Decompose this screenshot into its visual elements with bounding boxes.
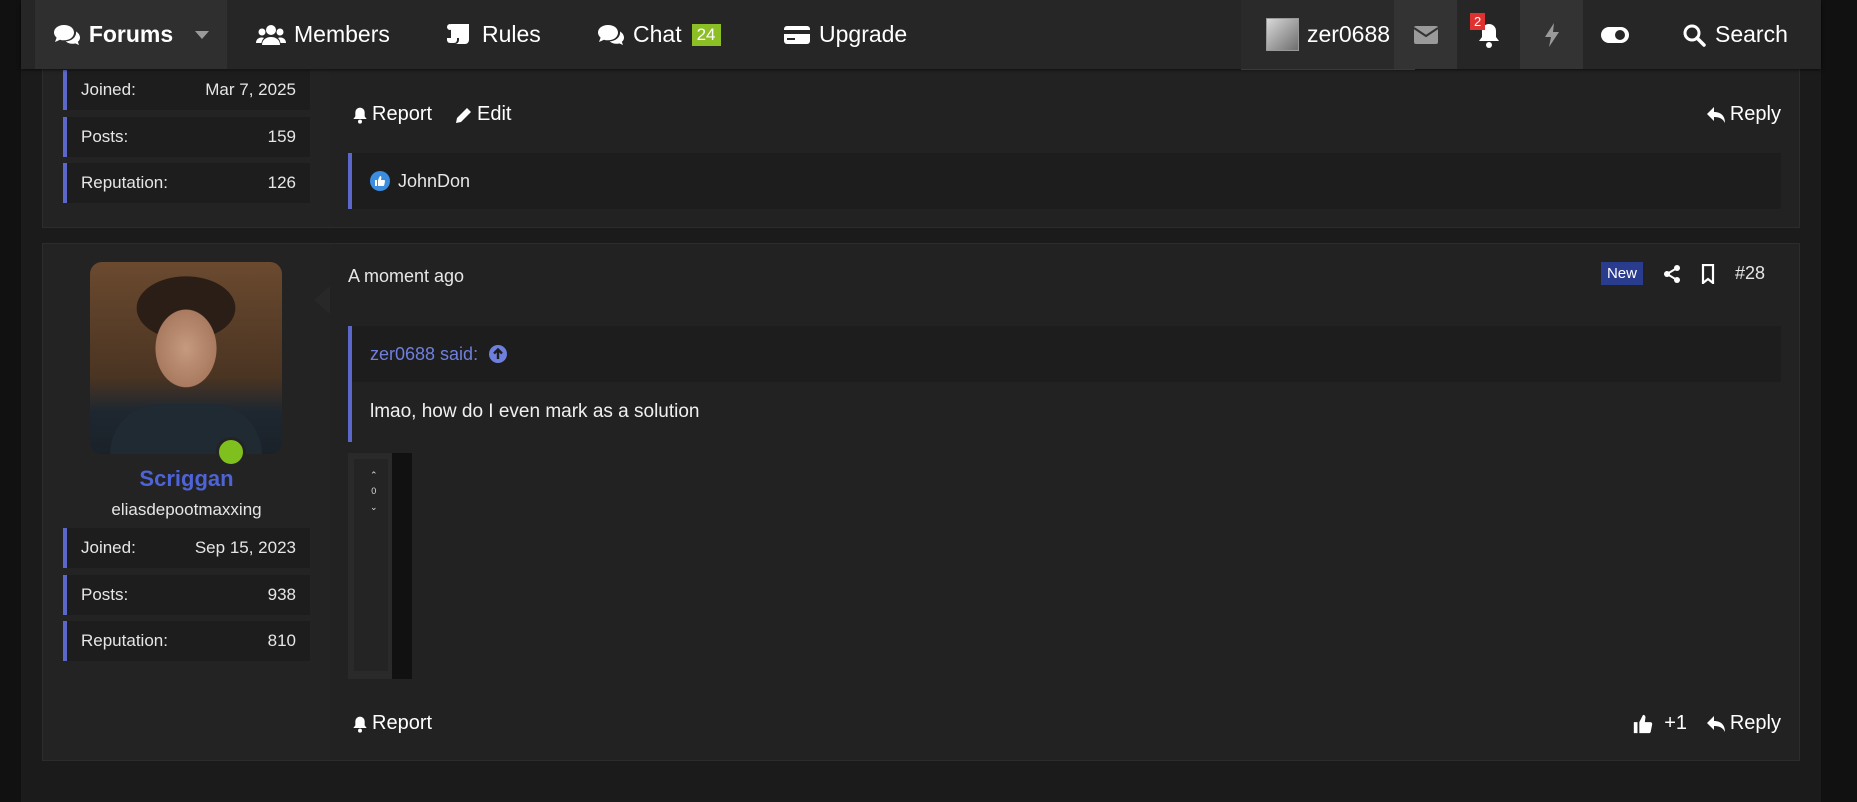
embedded-media[interactable]: ⌃ 0 ⌄ bbox=[348, 453, 412, 679]
online-status-indicator bbox=[216, 437, 246, 467]
quote-author[interactable]: zer0688 said: bbox=[370, 344, 478, 365]
post-arrow-notch bbox=[314, 286, 330, 314]
reactions-bar: JohnDon bbox=[348, 153, 1781, 209]
stat-value: 126 bbox=[267, 173, 296, 192]
nav-search-label: Search bbox=[1715, 21, 1788, 47]
quote-block: zer0688 said: lmao, how do I even mark a… bbox=[348, 326, 1781, 442]
chevron-down-icon[interactable]: ⌄ bbox=[370, 499, 378, 515]
users-icon bbox=[256, 24, 286, 45]
nav-chat-label: Chat bbox=[633, 21, 682, 47]
nav-upgrade-label: Upgrade bbox=[819, 21, 908, 47]
chat-count-badge: 24 bbox=[691, 23, 721, 46]
stat-label: Reputation: bbox=[81, 631, 168, 650]
pencil-icon bbox=[456, 107, 471, 123]
stat-label: Joined: bbox=[81, 538, 136, 557]
embed-scrollbar[interactable] bbox=[392, 453, 412, 679]
reply-button[interactable]: Reply bbox=[1706, 712, 1781, 735]
report-label: Report bbox=[372, 103, 433, 125]
quote-header[interactable]: zer0688 said: bbox=[352, 326, 1781, 382]
embed-vote-count: 0 bbox=[371, 486, 377, 496]
stat-posts: Posts: 938 bbox=[63, 575, 310, 615]
reaction-user-link[interactable]: JohnDon bbox=[398, 171, 470, 192]
top-navbar: Forums Members Rules Chat 24 Upgrade zer… bbox=[21, 0, 1821, 70]
stat-label: Joined: bbox=[81, 80, 136, 99]
stat-value: Mar 7, 2025 bbox=[205, 80, 296, 99]
embed-panel: ⌃ 0 ⌄ bbox=[354, 459, 388, 671]
scroll-icon bbox=[447, 23, 469, 44]
embed-vote-widget[interactable]: ⌃ 0 ⌄ bbox=[370, 467, 378, 515]
arrow-up-circle-icon[interactable] bbox=[488, 344, 508, 364]
nav-user-menu[interactable]: zer0688 bbox=[1241, 0, 1415, 70]
nav-theme-toggle[interactable] bbox=[1583, 0, 1646, 69]
nav-rules-label: Rules bbox=[482, 21, 541, 47]
envelope-icon bbox=[1412, 25, 1439, 44]
reply-button[interactable]: Reply bbox=[1706, 103, 1781, 126]
post-tools: New #28 bbox=[1600, 262, 1765, 285]
report-button[interactable]: Report bbox=[352, 712, 432, 735]
nav-alerts[interactable]: 2 bbox=[1457, 0, 1520, 69]
like-count: +1 bbox=[1664, 712, 1687, 734]
edit-button[interactable]: Edit bbox=[455, 103, 511, 126]
post-user-column: Scriggan eliasdepootmaxxing Joined: Sep … bbox=[43, 244, 330, 760]
credit-card-icon bbox=[784, 25, 810, 44]
nav-inbox[interactable] bbox=[1394, 0, 1457, 69]
new-badge: New bbox=[1600, 262, 1643, 285]
nav-search[interactable]: Search bbox=[1682, 0, 1788, 69]
stat-value: 159 bbox=[267, 127, 296, 146]
nav-forums-label: Forums bbox=[88, 21, 174, 47]
nav-members[interactable]: Members bbox=[256, 0, 390, 69]
chevron-down-icon[interactable] bbox=[195, 30, 210, 39]
post-username[interactable]: Scriggan bbox=[43, 466, 330, 492]
stat-value: Sep 15, 2023 bbox=[194, 538, 296, 557]
nav-upgrade[interactable]: Upgrade bbox=[783, 0, 907, 69]
reply-icon bbox=[1706, 715, 1725, 732]
nav-rules[interactable]: Rules bbox=[446, 0, 541, 69]
nav-members-label: Members bbox=[294, 21, 390, 47]
report-label: Report bbox=[372, 712, 433, 734]
reply-icon bbox=[1706, 106, 1725, 123]
edit-label: Edit bbox=[477, 103, 512, 125]
stat-label: Posts: bbox=[81, 127, 129, 146]
stat-value: 938 bbox=[267, 585, 296, 604]
quote-text: lmao, how do I even mark as a solution bbox=[352, 382, 1781, 442]
thumbs-up-icon bbox=[1634, 714, 1653, 733]
chat-icon bbox=[598, 24, 624, 45]
nav-forums[interactable]: Forums bbox=[35, 0, 227, 69]
stat-label: Reputation: bbox=[81, 173, 168, 192]
stat-reputation: Reputation: 126 bbox=[63, 163, 310, 203]
post-content: A moment ago New #28 zer0688 said: lmao,… bbox=[348, 244, 1781, 760]
stat-joined: Joined: Mar 7, 2025 bbox=[63, 70, 310, 110]
alerts-count-badge: 2 bbox=[1470, 13, 1486, 30]
reply-label: Reply bbox=[1729, 712, 1781, 734]
bookmark-icon[interactable] bbox=[1701, 263, 1715, 284]
report-button[interactable]: Report bbox=[352, 103, 432, 126]
post-timestamp[interactable]: A moment ago bbox=[348, 266, 464, 287]
nav-chat[interactable]: Chat 24 bbox=[597, 0, 721, 69]
user-title: eliasdepootmaxxing bbox=[111, 500, 262, 519]
toggle-icon bbox=[1600, 26, 1629, 43]
stat-joined: Joined: Sep 15, 2023 bbox=[63, 528, 310, 568]
stat-posts: Posts: 159 bbox=[63, 117, 310, 157]
reply-label: Reply bbox=[1729, 103, 1781, 125]
avatar[interactable] bbox=[90, 262, 282, 454]
post-28: Scriggan eliasdepootmaxxing Joined: Sep … bbox=[42, 243, 1800, 761]
thumbs-up-icon bbox=[370, 171, 390, 191]
share-icon[interactable] bbox=[1663, 264, 1681, 284]
nav-whats-new[interactable] bbox=[1520, 0, 1583, 69]
bolt-icon bbox=[1544, 22, 1559, 47]
bell-icon bbox=[353, 716, 367, 733]
nav-username: zer0688 bbox=[1306, 21, 1391, 47]
stat-label: Posts: bbox=[81, 585, 129, 604]
like-button[interactable]: +1 bbox=[1632, 712, 1687, 735]
stat-value: 810 bbox=[267, 631, 296, 650]
post-number-link[interactable]: #28 bbox=[1735, 263, 1765, 284]
comments-icon bbox=[53, 24, 80, 45]
stat-reputation: Reputation: 810 bbox=[63, 621, 310, 661]
avatar bbox=[1265, 18, 1299, 51]
bell-icon bbox=[353, 107, 367, 124]
search-icon bbox=[1683, 24, 1706, 47]
chevron-up-icon[interactable]: ⌃ bbox=[370, 467, 378, 483]
